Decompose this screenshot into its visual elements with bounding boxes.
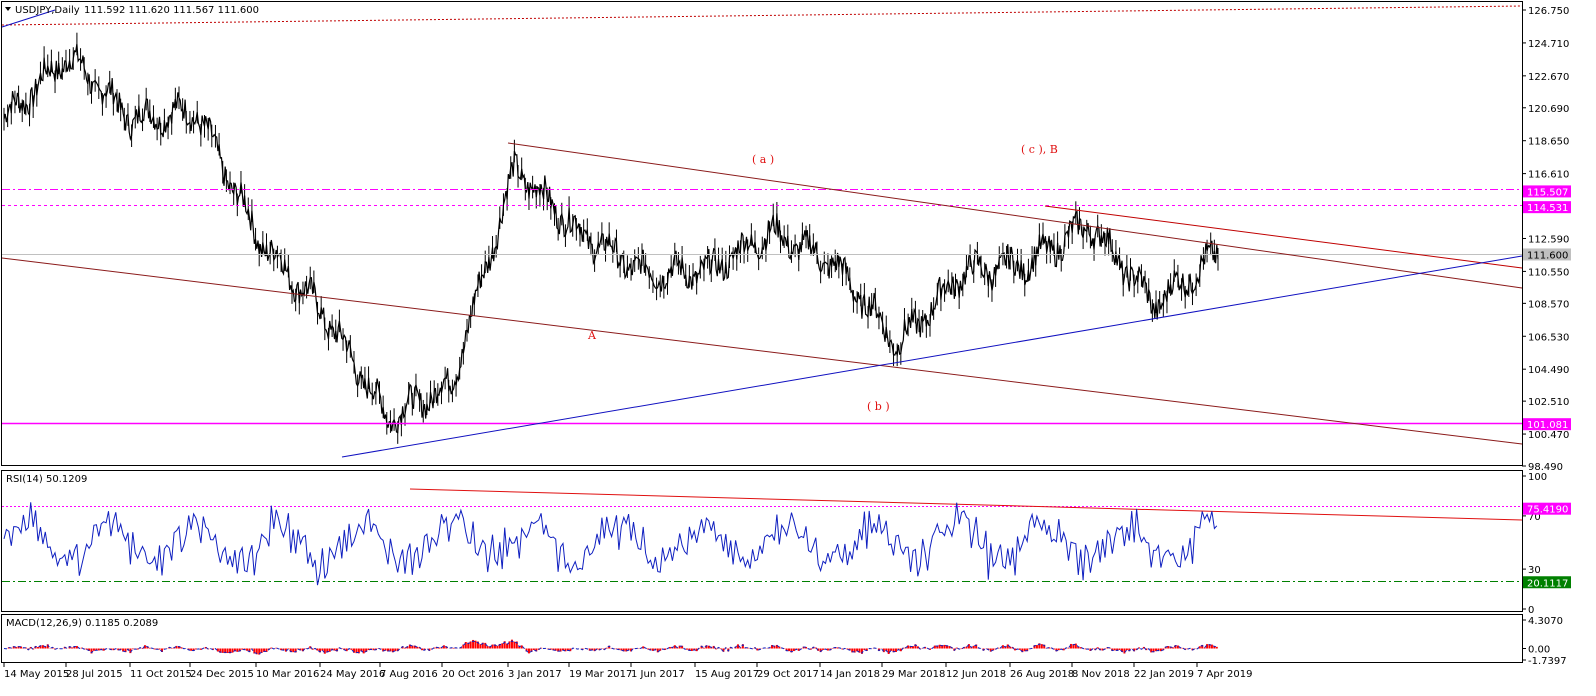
- time-tick-label: 7 Apr 2019: [1197, 669, 1252, 680]
- time-tick-label: 24 Dec 2015: [190, 669, 254, 680]
- time-axis: 14 May 201528 Jul 2015 11 Oct 201524 Dec …: [3, 663, 1252, 680]
- wave-label-A: A: [587, 329, 597, 342]
- macd-content: MACD(12,26,9) 0.1185 0.2089: [3, 618, 1218, 655]
- price-tick-label: 122.670: [1528, 72, 1569, 83]
- price-tick-label: 124.710: [1528, 39, 1569, 50]
- time-tick-label: 7 Aug 2016: [380, 669, 438, 680]
- macd-tick-label: -1.7397: [1528, 656, 1567, 667]
- collapse-triangle-icon[interactable]: [5, 7, 11, 11]
- price-tick-label: 118.650: [1528, 137, 1569, 148]
- price-tick-label: 120.690: [1528, 104, 1569, 115]
- macd-tick-label: 0.00: [1528, 644, 1550, 655]
- price-tick-label: 102.510: [1528, 397, 1569, 408]
- price-badge: 115.507: [1523, 185, 1571, 198]
- time-tick-label: 1 Jun 2017: [631, 669, 685, 680]
- rsi-content: RSI(14) 50.1209: [2, 474, 1523, 586]
- macd-header: MACD(12,26,9) 0.1185 0.2089: [6, 618, 158, 629]
- time-tick-label: 10 Mar 2016: [256, 669, 319, 680]
- rsi-header: RSI(14) 50.1209: [6, 474, 87, 485]
- rsi-tick-label: 30: [1528, 565, 1541, 576]
- time-tick-label: 3 Jan 2017: [508, 669, 562, 680]
- price-line: [3, 43, 1219, 434]
- price-tick-label: 100.470: [1528, 430, 1569, 441]
- price-tick-label: 104.490: [1528, 365, 1569, 376]
- price-tick-label: 110.550: [1528, 267, 1569, 278]
- time-tick-label: 19 Mar 2017: [569, 669, 632, 680]
- time-tick-label: 22 Jan 2019: [1134, 669, 1194, 680]
- time-tick-label: 28 Jul 2015: [66, 669, 123, 680]
- price-series: [3, 32, 1219, 444]
- time-tick-label: 26 Aug 2018: [1010, 669, 1074, 680]
- rsi-level-badge: 75.4190: [1523, 502, 1571, 516]
- price-tick-label: 116.610: [1528, 170, 1569, 181]
- price-tick-label: 112.590: [1528, 234, 1569, 245]
- price-badge: 111.600: [1523, 248, 1571, 261]
- rsi-tick-label: 0: [1528, 605, 1534, 616]
- main-price-panel[interactable]: [1, 1, 1523, 466]
- price-badge: 114.531: [1523, 201, 1571, 214]
- time-tick-label: 8 Nov 2018: [1072, 669, 1130, 680]
- rsi-axis: 1007030075.419020.1117: [1522, 472, 1571, 616]
- time-tick-label: 20 Oct 2016: [442, 669, 504, 680]
- trendline-lower-red[interactable]: [1, 257, 1523, 445]
- time-tick-label: 24 May 2016: [320, 669, 385, 680]
- macd-panel[interactable]: [1, 614, 1523, 663]
- time-tick-label: 29 Oct 2017: [757, 669, 819, 680]
- svg-text:101.081: 101.081: [1527, 420, 1568, 431]
- rsi-level-badge: 20.1117: [1523, 576, 1571, 589]
- svg-text:115.507: 115.507: [1527, 187, 1568, 198]
- svg-text:20.1117: 20.1117: [1527, 578, 1568, 589]
- ohlc-label: 111.592 111.620 111.567 111.600: [84, 5, 259, 16]
- macd-axis: 4.3070 0.00-1.7397: [1522, 616, 1567, 667]
- macd-tick-label: 4.3070: [1528, 616, 1563, 627]
- time-tick-label: 11 Oct 2015: [130, 669, 192, 680]
- symbol-label: USDJPY,Daily: [15, 5, 80, 16]
- wave-label-cB: ( c ), B: [1021, 143, 1058, 156]
- price-tick-label: 126.750: [1528, 6, 1569, 17]
- price-badge: 101.081: [1523, 418, 1571, 431]
- trendline-upper-red[interactable]: [507, 142, 1523, 289]
- time-tick-label: 15 Aug 2017: [695, 669, 759, 680]
- price-tick-label: 106.530: [1528, 332, 1569, 343]
- price-tick-label: 108.570: [1528, 299, 1569, 310]
- rsi-tick-label: 100: [1528, 472, 1547, 483]
- rsi-panel[interactable]: [1, 470, 1523, 612]
- time-tick-label: 14 May 2015: [4, 669, 69, 680]
- trendline-blue[interactable]: [341, 255, 1523, 458]
- wave-label-b: ( b ): [867, 400, 890, 413]
- time-tick-label: 29 Mar 2018: [882, 669, 945, 680]
- chart-canvas[interactable]: ( a ) ( c ), B A ( b ) USDJPY,Daily 111.…: [0, 0, 1596, 696]
- time-tick-label: 12 Jun 2018: [946, 669, 1006, 680]
- svg-text:111.600: 111.600: [1527, 250, 1568, 261]
- svg-text:114.531: 114.531: [1527, 203, 1568, 214]
- price-axis: 126.750 124.710 122.670 120.690 118.650 116.6…: [1522, 6, 1569, 473]
- macd-histogram: [5, 639, 1218, 655]
- svg-text:75.4190: 75.4190: [1527, 505, 1568, 516]
- main-header: USDJPY,Daily 111.592 111.620 111.567 111…: [5, 5, 259, 16]
- wave-label-a: ( a ): [752, 153, 774, 166]
- rsi-line: [3, 502, 1218, 586]
- time-tick-label: 14 Jan 2018: [820, 669, 880, 680]
